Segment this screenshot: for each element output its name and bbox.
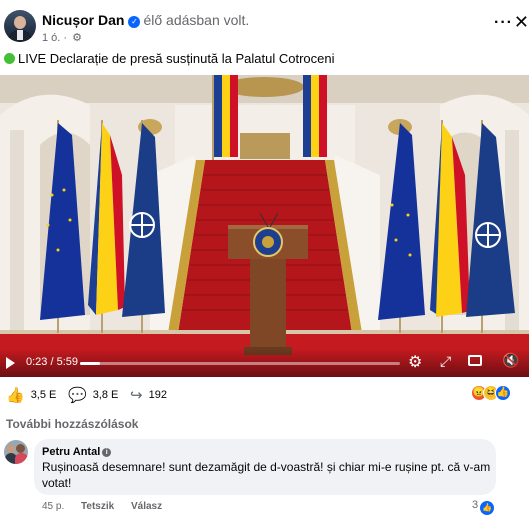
close-icon[interactable]: ✕ (514, 12, 529, 33)
comment-text: Rușinoasă desemnare! sunt dezamăgit de d… (42, 460, 491, 490)
comment-count: 3,8 E (92, 389, 119, 401)
expand-icon[interactable]: ⤢ (440, 353, 451, 370)
post-time[interactable]: 1 ó. (42, 32, 60, 44)
picture-in-picture-icon[interactable] (468, 355, 482, 366)
post-status: élő adásban volt. (143, 12, 250, 28)
video-controls: 0:23 / 5:59 ⚙ ⤢ 🔇 (0, 349, 529, 377)
comment-bubble-icon: 💬 (68, 387, 87, 404)
verified-badge-icon: ✓ (128, 16, 141, 28)
reaction-bar: 👍 3,5 E 💬 3,8 E ↪ 192 😠 😆 👍 (0, 378, 529, 410)
post-meta: 1 ó. · ⚙ (42, 32, 83, 44)
share-arrow-icon: ↪ (130, 387, 143, 404)
post-header: Nicușor Dan ✓ élő adásban volt. 1 ó. · ⚙ ·… (0, 0, 529, 46)
like-reaction-icon: 👍 (480, 501, 495, 515)
post-caption: LIVE Declarație de presă susținută la Pa… (4, 51, 335, 66)
live-indicator-icon (4, 53, 15, 64)
comment-button[interactable]: 💬 3,8 E (68, 386, 118, 404)
thumbs-up-icon: 👍 (6, 387, 25, 404)
commenter-name[interactable]: Petru Antal (42, 446, 100, 458)
like-button[interactable]: 👍 3,5 E (6, 386, 56, 404)
info-badge-icon: i (102, 448, 112, 457)
like-reaction-icon: 👍 (495, 385, 511, 401)
more-horizontal-icon[interactable]: ··· (494, 14, 513, 32)
comment-time[interactable]: 45 p. (42, 501, 64, 512)
caption-text: LIVE Declarație de presă susținută la Pa… (18, 51, 335, 66)
comment-bubble: Petru Antal i Rușinoasă desemnare! sunt d… (34, 439, 496, 495)
author-line: Nicușor Dan ✓ élő adásban volt. (42, 12, 249, 28)
share-button[interactable]: ↪ 192 (130, 386, 167, 404)
like-count: 3,5 E (30, 389, 57, 401)
commenter-avatar[interactable] (4, 440, 28, 464)
comment-reply-button[interactable]: Válasz (131, 501, 162, 512)
comment-like-count: 3 (472, 499, 479, 511)
author-name[interactable]: Nicușor Dan (42, 12, 124, 28)
share-count: 192 (148, 389, 167, 401)
comment-meta: 45 p. Tetszik Válasz (42, 501, 176, 512)
video-player[interactable]: 0:23 / 5:59 ⚙ ⤢ 🔇 (0, 75, 529, 377)
video-frame (0, 75, 529, 377)
play-icon[interactable] (6, 357, 15, 369)
commenter-line: Petru Antal i (42, 446, 112, 458)
author-avatar[interactable] (4, 10, 36, 42)
video-progress-fill (80, 362, 101, 365)
comment-like-summary[interactable]: 3 👍 (472, 499, 495, 515)
reaction-summary[interactable]: 😠 😆 👍 (471, 385, 519, 403)
audience-gear-icon: ⚙ (72, 32, 83, 44)
video-time: 0:23 / 5:59 (26, 356, 78, 368)
more-comments-link[interactable]: További hozzászólások (6, 417, 138, 431)
comment-like-button[interactable]: Tetszik (81, 501, 114, 512)
settings-gear-icon[interactable]: ⚙ (408, 352, 422, 372)
volume-mute-icon[interactable]: 🔇 (502, 352, 519, 369)
video-progress-bar[interactable] (80, 362, 400, 365)
